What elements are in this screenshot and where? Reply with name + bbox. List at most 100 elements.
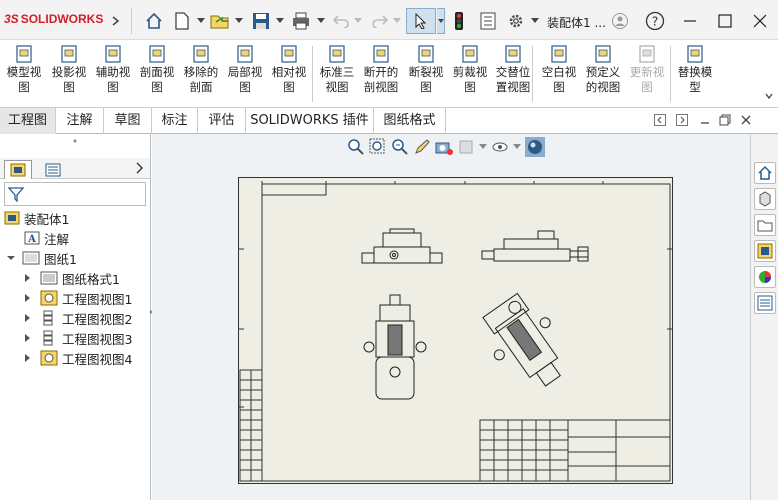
svg-text:A: A <box>27 234 36 245</box>
hide-show-dropdown-icon[interactable] <box>513 144 521 150</box>
tree-root-label: 装配体1 <box>24 211 70 227</box>
gear-icon[interactable] <box>505 10 527 32</box>
tab-next-icon[interactable] <box>676 114 688 129</box>
camera-view-icon[interactable] <box>435 138 453 156</box>
relative-view-button[interactable]: 相对视图 <box>267 44 311 95</box>
brand-name: SOLIDWORKS <box>20 12 104 26</box>
zoom-to-fit-icon[interactable] <box>347 138 365 156</box>
auxiliary-view-button[interactable]: 辅助视图 <box>91 44 135 95</box>
drawing-view-icon <box>43 330 53 346</box>
tab-annotation[interactable]: 注解 <box>56 108 104 134</box>
panel-splitter[interactable] <box>0 134 150 146</box>
expand-arrow-icon[interactable] <box>24 333 32 343</box>
solidworks-resources-icon[interactable] <box>754 162 776 184</box>
drawing-sheet[interactable] <box>238 177 674 485</box>
panel-expand-arrow-icon[interactable] <box>135 162 145 177</box>
tab-evaluate[interactable]: 评估 <box>198 108 246 134</box>
replace-model-icon <box>687 45 703 63</box>
tree-item-sheet-format[interactable]: 图纸格式1 <box>24 268 120 288</box>
tree-root-assembly[interactable]: 装配体1 <box>4 208 69 228</box>
tab-prev-icon[interactable] <box>654 114 666 129</box>
collapse-arrow-icon[interactable] <box>6 253 16 263</box>
broken-out-section-button[interactable]: 断开的 剖视图 <box>359 44 403 95</box>
tab-markup[interactable]: 标注 <box>152 108 198 134</box>
custom-properties-icon[interactable] <box>754 292 776 314</box>
redo-dropdown-icon[interactable] <box>392 10 402 32</box>
graphics-area[interactable] <box>152 134 750 500</box>
section-view-button[interactable]: 剖面视图 <box>135 44 179 95</box>
appearance-sphere-icon[interactable] <box>525 137 545 157</box>
property-manager-tab-icon[interactable] <box>40 161 66 178</box>
open-dropdown-icon[interactable] <box>234 10 244 32</box>
expand-arrow-icon[interactable] <box>24 353 32 363</box>
break-view-button[interactable]: 断裂视图 <box>404 44 448 95</box>
tree-filter-box[interactable] <box>4 182 146 206</box>
undo-dropdown-icon[interactable] <box>353 10 363 32</box>
previous-view-icon[interactable] <box>391 138 409 156</box>
feature-manager-tab-icon[interactable] <box>4 160 32 179</box>
replace-model-button[interactable]: 替换模型 <box>673 44 717 95</box>
file-properties-icon[interactable] <box>477 10 499 32</box>
projected-view-button[interactable]: 投影视图 <box>47 44 91 95</box>
display-style-icon[interactable] <box>457 138 475 156</box>
detail-view-button[interactable]: 局部视图 <box>223 44 267 95</box>
empty-view-button[interactable]: 空白视图 <box>537 44 581 95</box>
save-dropdown-icon[interactable] <box>275 10 285 32</box>
expand-arrow-icon[interactable] <box>24 313 32 323</box>
zoom-to-area-icon[interactable] <box>369 138 387 156</box>
doc-restore-icon[interactable] <box>719 114 731 129</box>
new-document-icon[interactable] <box>171 10 193 32</box>
standard-3-view-button[interactable]: 标准三 视图 <box>315 44 359 95</box>
file-explorer-icon[interactable] <box>754 214 776 236</box>
tree-item-drawing-view-1[interactable]: 工程图视图1 <box>24 288 132 308</box>
options-dropdown-icon[interactable] <box>530 10 540 32</box>
tree-item-drawing-view-4[interactable]: 工程图视图4 <box>24 348 132 368</box>
tab-solidworks-addins[interactable]: SOLIDWORKS 插件 <box>246 108 374 134</box>
expand-arrow-icon[interactable] <box>24 293 32 303</box>
undo-icon[interactable] <box>330 10 352 32</box>
model-view-icon <box>16 45 32 63</box>
command-bar-collapse-icon[interactable] <box>764 90 774 104</box>
select-dropdown-icon[interactable] <box>437 8 445 34</box>
design-library-icon[interactable] <box>754 188 776 210</box>
removed-section-button[interactable]: 移除的 剖面 <box>179 44 223 95</box>
sketch-pencil-icon[interactable] <box>413 138 431 156</box>
tree-item-label: 工程图视图3 <box>62 331 133 347</box>
tab-sketch[interactable]: 草图 <box>104 108 152 134</box>
hide-show-icon[interactable] <box>491 138 509 156</box>
select-pointer-icon[interactable] <box>406 8 436 34</box>
new-dropdown-icon[interactable] <box>196 10 206 32</box>
print-icon[interactable] <box>290 10 312 32</box>
update-view-button[interactable]: 更新视图 <box>625 44 669 95</box>
doc-minimize-icon[interactable] <box>699 114 711 129</box>
auxiliary-view-icon <box>105 45 121 63</box>
solidworks-logo[interactable]: 3S SOLIDWORKS <box>4 12 103 26</box>
maximize-icon[interactable] <box>715 10 735 32</box>
display-style-dropdown-icon[interactable] <box>479 144 487 150</box>
tree-item-drawing-view-3[interactable]: 工程图视图3 <box>24 328 132 348</box>
appearances-icon[interactable] <box>754 266 776 288</box>
expand-arrow-icon[interactable] <box>24 273 32 283</box>
crop-view-button[interactable]: 剪裁视图 <box>448 44 492 95</box>
menu-arrow-icon[interactable] <box>110 10 122 32</box>
model-view-button[interactable]: 模型视图 <box>2 44 46 95</box>
alternate-position-view-button[interactable]: 交替位 置视图 <box>491 44 535 95</box>
traffic-light-icon[interactable] <box>450 10 468 32</box>
print-dropdown-icon[interactable] <box>316 10 326 32</box>
home-icon[interactable] <box>143 10 165 32</box>
predefined-view-button[interactable]: 预定义 的视图 <box>581 44 625 95</box>
tab-sheet-format[interactable]: 图纸格式 <box>374 108 446 134</box>
help-icon[interactable]: ? <box>644 10 666 32</box>
view-palette-icon[interactable] <box>754 240 776 262</box>
minimize-icon[interactable] <box>680 10 700 32</box>
doc-close-icon[interactable] <box>740 114 752 129</box>
close-icon[interactable] <box>750 10 770 32</box>
tree-item-sheet[interactable]: 图纸1 <box>6 248 77 268</box>
redo-icon[interactable] <box>369 10 391 32</box>
save-icon[interactable] <box>250 10 272 32</box>
open-folder-icon[interactable] <box>209 10 231 32</box>
tab-drawing[interactable]: 工程图 <box>0 108 56 134</box>
user-account-icon[interactable] <box>610 10 630 32</box>
tree-item-drawing-view-2[interactable]: 工程图视图2 <box>24 308 132 328</box>
tree-item-annotations[interactable]: A 注解 <box>24 228 69 248</box>
